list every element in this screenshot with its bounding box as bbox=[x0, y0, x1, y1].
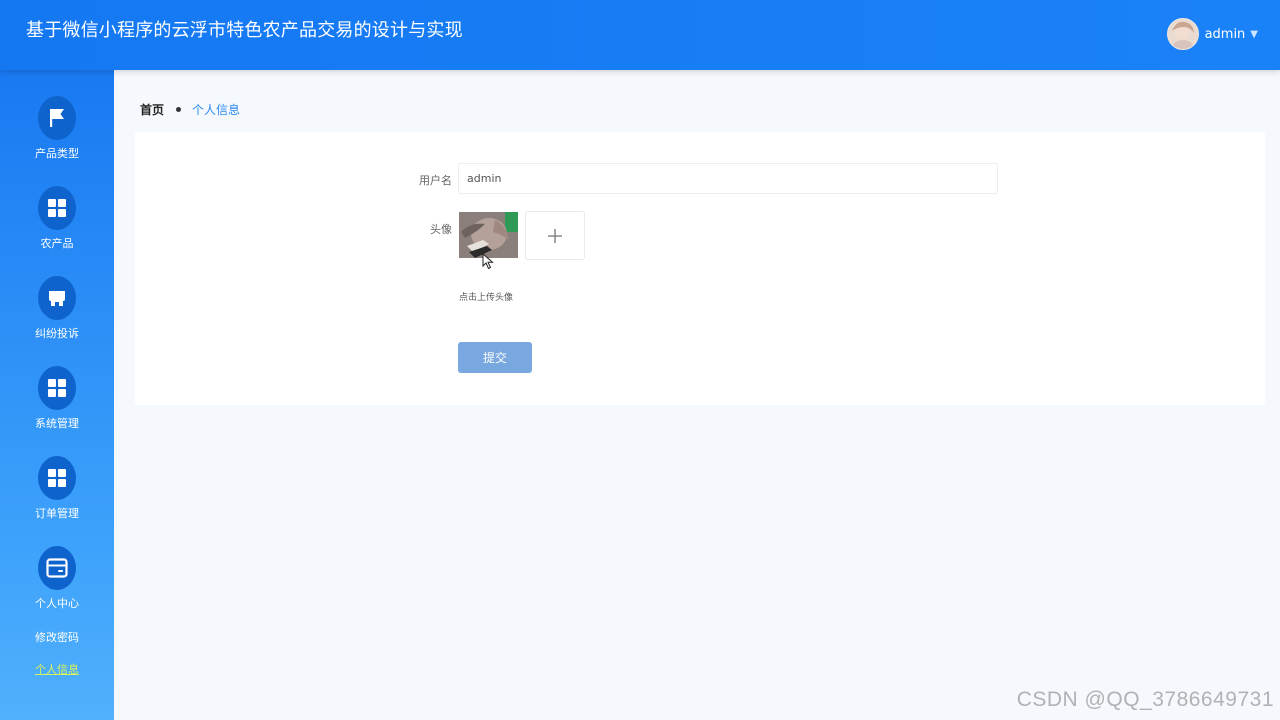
avatar-label: 头像 bbox=[430, 223, 452, 236]
username-input[interactable] bbox=[458, 163, 998, 194]
avatar-upload-button[interactable] bbox=[525, 211, 585, 260]
username-label: 用户名 bbox=[419, 174, 452, 187]
sidebar-subitem-personal-info[interactable]: 个人信息 bbox=[0, 661, 114, 677]
submit-button[interactable]: 提交 bbox=[458, 342, 532, 373]
nav-icon-circle bbox=[38, 546, 76, 590]
sidebar-subitem-change-password[interactable]: 修改密码 bbox=[0, 629, 114, 645]
sidebar: 产品类型 农产品 纠纷投诉 系统管理 订单管理 个人中心 修改密码 个人信息 bbox=[0, 70, 114, 720]
sidebar-item-label: 产品类型 bbox=[35, 147, 79, 160]
sidebar-item-label: 订单管理 bbox=[35, 507, 79, 520]
avatar-preview[interactable] bbox=[459, 212, 518, 258]
sidebar-item-system-management[interactable]: 系统管理 bbox=[0, 366, 114, 431]
breadcrumb: 首页 个人信息 bbox=[140, 101, 240, 118]
sidebar-item-complaints[interactable]: 纠纷投诉 bbox=[0, 276, 114, 341]
user-menu[interactable]: admin ▼ bbox=[1166, 18, 1258, 50]
sidebar-item-product-type[interactable]: 产品类型 bbox=[0, 96, 114, 161]
sidebar-item-agri-products[interactable]: 农产品 bbox=[0, 186, 114, 251]
top-header: 基于微信小程序的云浮市特色农产品交易的设计与实现 admin ▼ bbox=[0, 0, 1280, 70]
nav-icon-circle bbox=[38, 366, 76, 410]
breadcrumb-home[interactable]: 首页 bbox=[140, 101, 164, 118]
nav-icon-circle bbox=[38, 186, 76, 230]
grid-icon bbox=[48, 379, 66, 397]
sidebar-item-label: 农产品 bbox=[40, 237, 74, 250]
sidebar-item-personal-center[interactable]: 个人中心 bbox=[0, 546, 114, 611]
breadcrumb-current: 个人信息 bbox=[192, 103, 241, 117]
mouse-cursor-icon bbox=[482, 253, 494, 270]
user-name[interactable]: admin bbox=[1205, 27, 1246, 42]
nav-icon-circle bbox=[38, 456, 76, 500]
sidebar-item-label: 个人中心 bbox=[35, 597, 79, 610]
sidebar-item-order-management[interactable]: 订单管理 bbox=[0, 456, 114, 521]
avatar-image bbox=[459, 212, 518, 258]
avatar-photo-icon bbox=[1167, 19, 1198, 49]
user-avatar[interactable] bbox=[1166, 18, 1199, 50]
plus-icon bbox=[548, 228, 562, 243]
caret-down-icon[interactable]: ▼ bbox=[1250, 29, 1258, 40]
upload-hint: 点击上传头像 bbox=[459, 293, 514, 303]
grid-icon bbox=[48, 469, 66, 487]
app-title: 基于微信小程序的云浮市特色农产品交易的设计与实现 bbox=[26, 20, 463, 41]
nav-icon-circle bbox=[38, 276, 76, 320]
flag-icon bbox=[50, 109, 64, 127]
nav-icon-circle bbox=[38, 96, 76, 140]
sidebar-item-label: 系统管理 bbox=[35, 417, 79, 430]
store-icon bbox=[49, 291, 65, 306]
profile-form-card: 用户名 头像 点击上传头像 提交 bbox=[135, 132, 1265, 405]
watermark: CSDN @QQ_3786649731 bbox=[1016, 688, 1274, 711]
grid-icon bbox=[48, 199, 66, 217]
sidebar-item-label: 纠纷投诉 bbox=[35, 327, 79, 340]
wallet-icon bbox=[46, 558, 68, 578]
breadcrumb-separator-dot bbox=[176, 107, 182, 112]
